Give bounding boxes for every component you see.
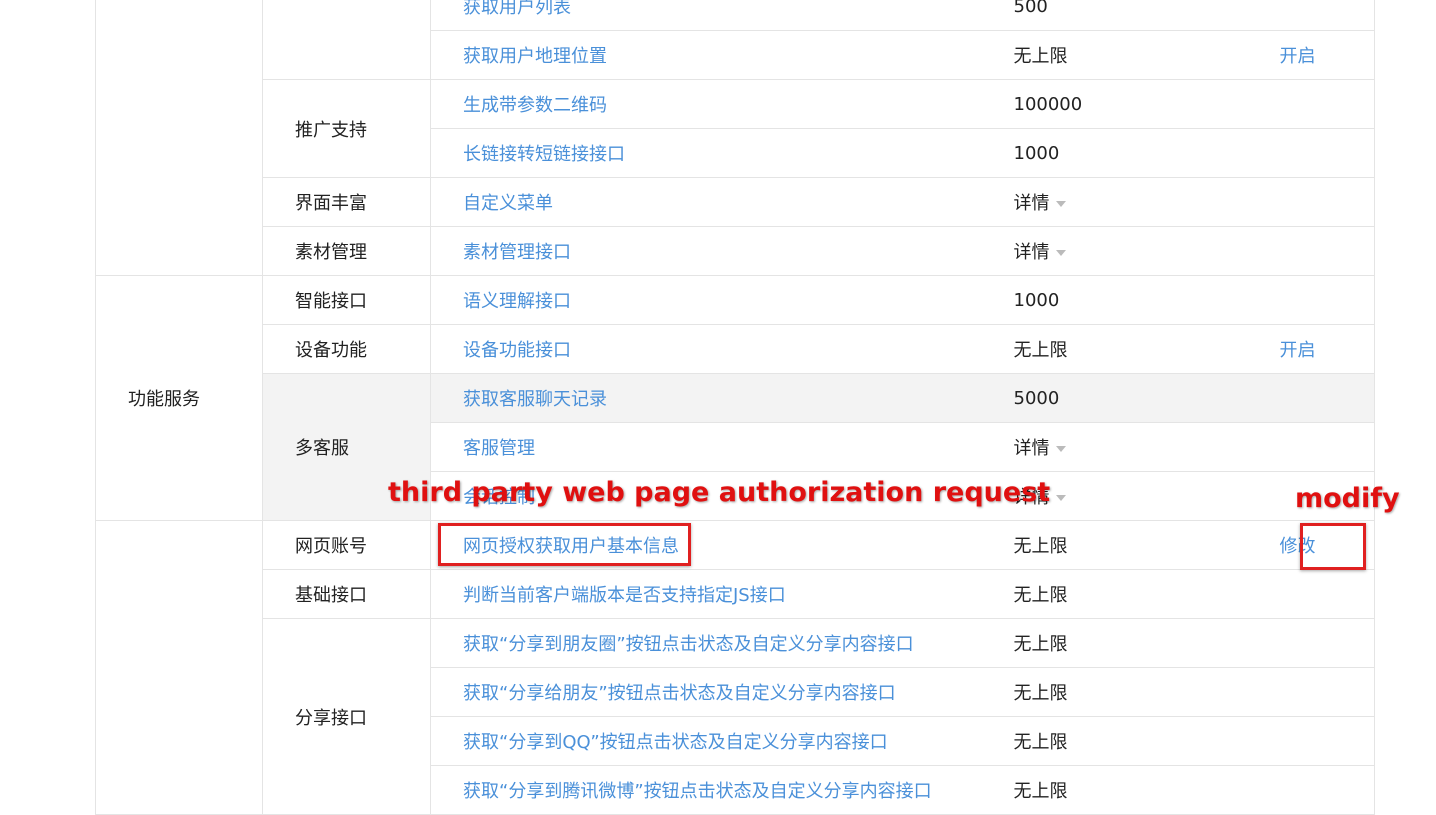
api-link-check-js[interactable]: 判断当前客户端版本是否支持指定JS接口	[430, 569, 1014, 619]
details-dropdown[interactable]: 详情	[1013, 177, 1280, 227]
subcategory-basic: 基础接口	[262, 569, 431, 619]
chevron-down-icon	[1055, 250, 1066, 256]
api-link-semantic[interactable]: 语义理解接口	[430, 275, 1014, 325]
details-dropdown[interactable]: 详情	[1013, 226, 1280, 276]
category-cell	[95, 0, 263, 276]
quota-value: 无上限	[1013, 618, 1280, 668]
api-link-material[interactable]: 素材管理接口	[430, 226, 1014, 276]
subcategory-cell	[262, 0, 431, 80]
op-cell	[1279, 79, 1375, 129]
subcategory-promotion: 推广支持	[262, 79, 431, 178]
api-link-chat-records[interactable]: 获取客服聊天记录	[430, 373, 1014, 423]
op-cell	[1279, 422, 1375, 472]
subcategory-smart: 智能接口	[262, 275, 431, 325]
quota-value: 1000	[1013, 275, 1280, 325]
op-cell	[1279, 373, 1375, 423]
op-cell	[1279, 569, 1375, 619]
quota-value: 100000	[1013, 79, 1280, 129]
subcategory-web-account: 网页账号	[262, 520, 431, 570]
quota-value: 无上限	[1013, 520, 1280, 570]
annotation-third-party: third party web page authorization reque…	[388, 477, 1051, 508]
op-cell	[1279, 716, 1375, 766]
enable-link[interactable]: 开启	[1279, 324, 1375, 374]
highlight-box-web-auth	[438, 523, 691, 566]
quota-value: 1000	[1013, 128, 1280, 178]
op-cell	[1279, 226, 1375, 276]
details-label: 详情	[1013, 438, 1050, 459]
chevron-down-icon	[1055, 495, 1066, 501]
subcategory-material: 素材管理	[262, 226, 431, 276]
highlight-box-modify	[1300, 523, 1366, 570]
op-cell	[1279, 618, 1375, 668]
api-link-user-location[interactable]: 获取用户地理位置	[430, 30, 1014, 80]
category-cell	[95, 520, 263, 815]
enable-link[interactable]: 开启	[1279, 30, 1375, 80]
api-link-short-url[interactable]: 长链接转短链接接口	[430, 128, 1014, 178]
api-permissions-table: 获取用户列表 500 获取用户地理位置 无上限 开启 推广支持 生成带参数二维码…	[0, 0, 1375, 815]
api-link-device[interactable]: 设备功能接口	[430, 324, 1014, 374]
category-function-services: 功能服务	[95, 275, 263, 521]
subcategory-share: 分享接口	[262, 618, 431, 815]
quota-value: 无上限	[1013, 765, 1280, 815]
api-link-qrcode[interactable]: 生成带参数二维码	[430, 79, 1014, 129]
quota-value: 无上限	[1013, 569, 1280, 619]
api-link-share-weibo[interactable]: 获取“分享到腾讯微博”按钮点击状态及自定义分享内容接口	[430, 765, 1014, 815]
details-dropdown[interactable]: 详情	[1013, 471, 1280, 521]
annotation-modify: modify	[1295, 483, 1400, 514]
op-cell	[1279, 177, 1375, 227]
subcategory-device: 设备功能	[262, 324, 431, 374]
op-cell	[1279, 128, 1375, 178]
table-row: 获取用户列表 500	[0, 0, 1375, 276]
op-cell	[1279, 0, 1375, 31]
table-row: 功能服务 智能接口 语义理解接口 1000	[0, 275, 1375, 521]
quota-value: 5000	[1013, 373, 1280, 423]
api-link-share-qq[interactable]: 获取“分享到QQ”按钮点击状态及自定义分享内容接口	[430, 716, 1014, 766]
api-link-cs-management[interactable]: 客服管理	[430, 422, 1014, 472]
api-link-custom-menu[interactable]: 自定义菜单	[430, 177, 1014, 227]
quota-value: 无上限	[1013, 716, 1280, 766]
chevron-down-icon	[1055, 201, 1066, 207]
op-cell	[1279, 765, 1375, 815]
details-label: 详情	[1013, 193, 1050, 214]
quota-value: 500	[1013, 0, 1280, 31]
op-cell	[1279, 667, 1375, 717]
details-label: 详情	[1013, 242, 1050, 263]
subcategory-ui: 界面丰富	[262, 177, 431, 227]
op-cell	[1279, 275, 1375, 325]
details-dropdown[interactable]: 详情	[1013, 422, 1280, 472]
api-link-share-friend[interactable]: 获取“分享给朋友”按钮点击状态及自定义分享内容接口	[430, 667, 1014, 717]
api-link-share-timeline[interactable]: 获取“分享到朋友圈”按钮点击状态及自定义分享内容接口	[430, 618, 1014, 668]
quota-value: 无上限	[1013, 30, 1280, 80]
api-link-user-list[interactable]: 获取用户列表	[430, 0, 1014, 31]
chevron-down-icon	[1055, 446, 1066, 452]
quota-value: 无上限	[1013, 324, 1280, 374]
left-margin	[0, 0, 96, 815]
quota-value: 无上限	[1013, 667, 1280, 717]
